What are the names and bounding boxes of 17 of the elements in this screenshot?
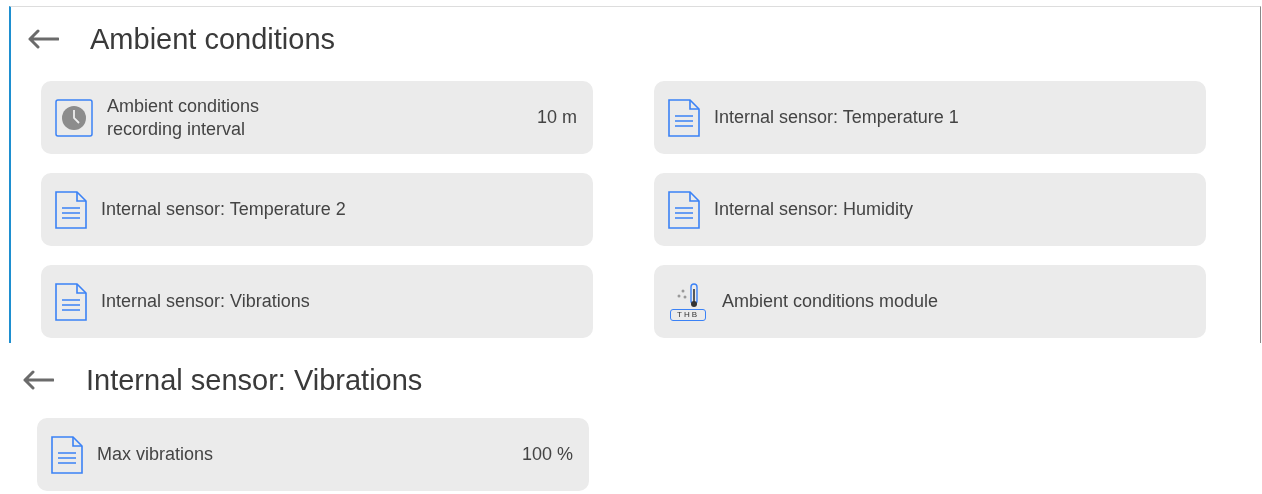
document-icon	[668, 190, 700, 229]
page-title: Ambient conditions	[90, 22, 336, 56]
menu-item[interactable]: THB Ambient conditions module	[654, 265, 1206, 338]
clock-icon	[55, 98, 93, 137]
document-icon	[668, 98, 700, 137]
document-icon	[51, 435, 83, 474]
back-button[interactable]	[27, 29, 59, 49]
menu-item[interactable]: Internal sensor: Humidity	[654, 173, 1206, 246]
menu-item[interactable]: Ambient conditions recording interval 10 m	[41, 81, 593, 154]
document-icon	[55, 282, 87, 321]
back-button[interactable]	[22, 370, 54, 390]
menu-item[interactable]: Internal sensor: Temperature 1	[654, 81, 1206, 154]
menu-item[interactable]: Internal sensor: Temperature 2	[41, 173, 593, 246]
page-title: Internal sensor: Vibrations	[86, 363, 423, 397]
document-icon	[55, 190, 87, 229]
menu-item[interactable]: Internal sensor: Vibrations	[41, 265, 593, 338]
menu-item[interactable]: Max vibrations 100 %	[37, 418, 589, 491]
